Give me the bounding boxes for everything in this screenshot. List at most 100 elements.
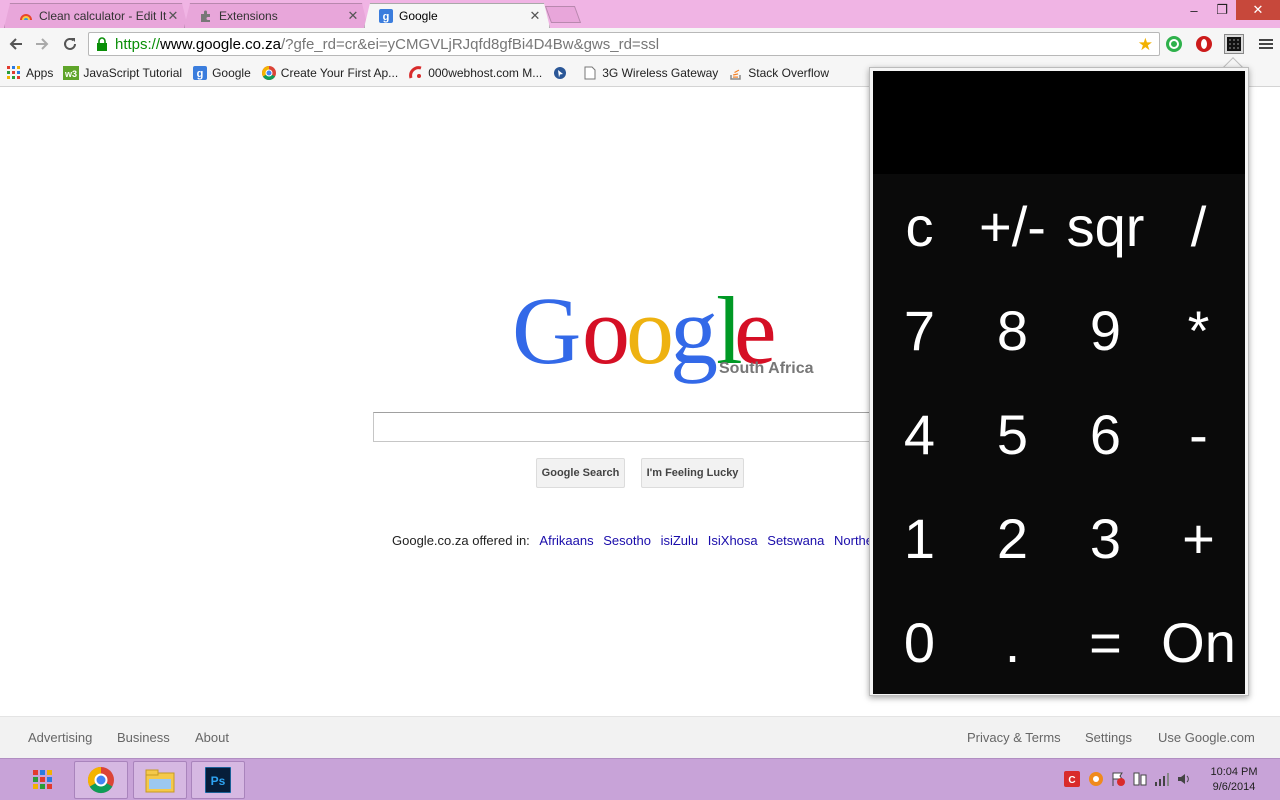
bookmark-google[interactable]: g Google — [192, 65, 251, 81]
bookmark-create-your-first-app[interactable]: Create Your First Ap... — [261, 65, 398, 81]
tab-close-icon[interactable]: ✕ — [347, 8, 359, 24]
tray-device-icon[interactable] — [1132, 771, 1148, 787]
key-add[interactable]: + — [1152, 486, 1245, 590]
key-clear[interactable]: c — [873, 174, 966, 278]
language-link-isixhosa[interactable]: IsiXhosa — [708, 533, 758, 548]
bookmark-label: 000webhost.com M... — [428, 66, 543, 80]
grammarly-extension-icon[interactable] — [1164, 34, 1184, 54]
tray-avast-icon[interactable] — [1088, 771, 1104, 787]
key-0[interactable]: 0 — [873, 590, 966, 694]
tab-extensions[interactable]: Extensions ✕ — [184, 3, 368, 28]
calculator-favicon-icon — [19, 9, 33, 23]
tab-label: Extensions — [219, 9, 278, 23]
feeling-lucky-button[interactable]: I'm Feeling Lucky — [641, 458, 744, 488]
key-plus-minus[interactable]: +/- — [966, 174, 1059, 278]
url-host: www.google.co.za — [160, 35, 281, 53]
key-equals[interactable]: = — [1059, 590, 1152, 694]
close-window-button[interactable]: ✕ — [1236, 0, 1280, 20]
offered-in-languages: Google.co.za offered in: Afrikaans Sesot… — [392, 533, 915, 548]
google-search-button[interactable]: Google Search — [536, 458, 625, 488]
tray-app-icon[interactable]: C — [1064, 771, 1080, 787]
forward-button[interactable] — [30, 33, 54, 55]
key-on[interactable]: On — [1152, 590, 1245, 694]
logo-subtitle: South Africa — [719, 360, 814, 377]
key-4[interactable]: 4 — [873, 382, 966, 486]
opera-extension-icon[interactable] — [1194, 34, 1214, 54]
lock-icon — [93, 35, 111, 53]
bookmark-javascript-tutorial[interactable]: w3 JavaScript Tutorial — [63, 65, 182, 81]
url-scheme: https:// — [115, 35, 161, 53]
logo-letter: o — [626, 277, 674, 384]
calculator-body: c +/- sqr / 7 8 9 * 4 5 6 - 1 2 3 + 0 . … — [873, 71, 1245, 694]
key-9[interactable]: 9 — [1059, 278, 1152, 382]
address-bar[interactable]: https://www.google.co.za/?gfe_rd=cr&ei=y… — [88, 32, 1160, 56]
key-divide[interactable]: / — [1152, 174, 1245, 278]
chrome-menu-icon[interactable] — [1256, 34, 1276, 54]
key-multiply[interactable]: * — [1152, 278, 1245, 382]
tab-google[interactable]: g Google ✕ — [364, 3, 550, 28]
bookmark-000webhost[interactable]: 000webhost.com M... — [408, 65, 542, 81]
tray-flag-icon[interactable] — [1110, 771, 1126, 787]
taskbar-file-explorer[interactable] — [133, 761, 187, 799]
start-grid-icon — [33, 770, 52, 789]
logo-letter: G — [512, 277, 582, 384]
language-link-isizulu[interactable]: isiZulu — [661, 533, 699, 548]
volume-icon[interactable] — [1176, 771, 1192, 787]
key-6[interactable]: 6 — [1059, 382, 1152, 486]
calculator-keypad: c +/- sqr / 7 8 9 * 4 5 6 - 1 2 3 + 0 . … — [873, 174, 1245, 694]
taskbar-photoshop[interactable]: Ps — [191, 761, 245, 799]
clock-date: 9/6/2014 — [1212, 781, 1256, 793]
logo-letter: g — [670, 277, 718, 384]
footer-link-settings[interactable]: Settings — [1085, 730, 1132, 745]
taskbar-chrome[interactable] — [74, 761, 128, 799]
tab-close-icon[interactable]: ✕ — [529, 8, 541, 24]
calculator-popup: c +/- sqr / 7 8 9 * 4 5 6 - 1 2 3 + 0 . … — [869, 67, 1249, 696]
bookmark-star-icon[interactable]: ★ — [1138, 35, 1153, 55]
footer-link-business[interactable]: Business — [117, 730, 170, 745]
back-button[interactable] — [4, 33, 28, 55]
webhost-icon — [408, 65, 424, 81]
new-tab-button[interactable] — [544, 6, 582, 23]
key-5[interactable]: 5 — [966, 382, 1059, 486]
key-decimal[interactable]: . — [966, 590, 1059, 694]
key-2[interactable]: 2 — [966, 486, 1059, 590]
forward-arrow-icon — [36, 38, 49, 50]
footer-link-use-google-com[interactable]: Use Google.com — [1158, 730, 1255, 745]
taskbar-clock[interactable]: 10:04 PM 9/6/2014 — [1204, 765, 1264, 795]
language-link-sesotho[interactable]: Sesotho — [603, 533, 651, 548]
reload-button[interactable] — [58, 33, 82, 55]
minimize-button[interactable]: – — [1180, 0, 1208, 20]
key-subtract[interactable]: - — [1152, 382, 1245, 486]
network-signal-icon[interactable] — [1154, 771, 1170, 787]
maximize-button[interactable]: ❐ — [1208, 0, 1236, 20]
key-8[interactable]: 8 — [966, 278, 1059, 382]
logo-letter: o — [582, 277, 630, 384]
footer-link-advertising[interactable]: Advertising — [28, 730, 92, 745]
svg-text:w3: w3 — [64, 69, 77, 79]
key-7[interactable]: 7 — [873, 278, 966, 382]
key-sqr[interactable]: sqr — [1059, 174, 1152, 278]
bookmark-cursor[interactable] — [552, 65, 572, 81]
language-link-afrikaans[interactable]: Afrikaans — [539, 533, 593, 548]
puzzle-icon — [199, 9, 213, 23]
svg-text:g: g — [197, 68, 204, 80]
footer-link-privacy-terms[interactable]: Privacy & Terms — [967, 730, 1061, 745]
calculator-display — [873, 71, 1245, 174]
tab-clean-calculator[interactable]: Clean calculator - Edit Item ✕ — [4, 3, 188, 28]
footer-link-about[interactable]: About — [195, 730, 229, 745]
page-footer: Advertising Business About Privacy & Ter… — [0, 716, 1280, 758]
bookmark-label: Create Your First Ap... — [280, 66, 399, 80]
search-input[interactable] — [373, 412, 913, 442]
key-3[interactable]: 3 — [1059, 486, 1152, 590]
tab-strip: Clean calculator - Edit Item ✕ Extension… — [0, 0, 1280, 28]
tab-close-icon[interactable]: ✕ — [167, 8, 179, 24]
key-1[interactable]: 1 — [873, 486, 966, 590]
language-link-setswana[interactable]: Setswana — [767, 533, 824, 548]
google-favicon-icon: g — [192, 65, 208, 81]
browser-toolbar: https://www.google.co.za/?gfe_rd=cr&ei=y… — [0, 28, 1280, 60]
bookmark-apps[interactable]: Apps — [6, 65, 53, 81]
bookmark-stack-overflow[interactable]: Stack Overflow — [728, 65, 829, 81]
calculator-extension-icon[interactable] — [1224, 34, 1244, 54]
start-button[interactable] — [24, 761, 62, 799]
bookmark-3g-wireless-gateway[interactable]: 3G Wireless Gateway — [582, 65, 718, 81]
